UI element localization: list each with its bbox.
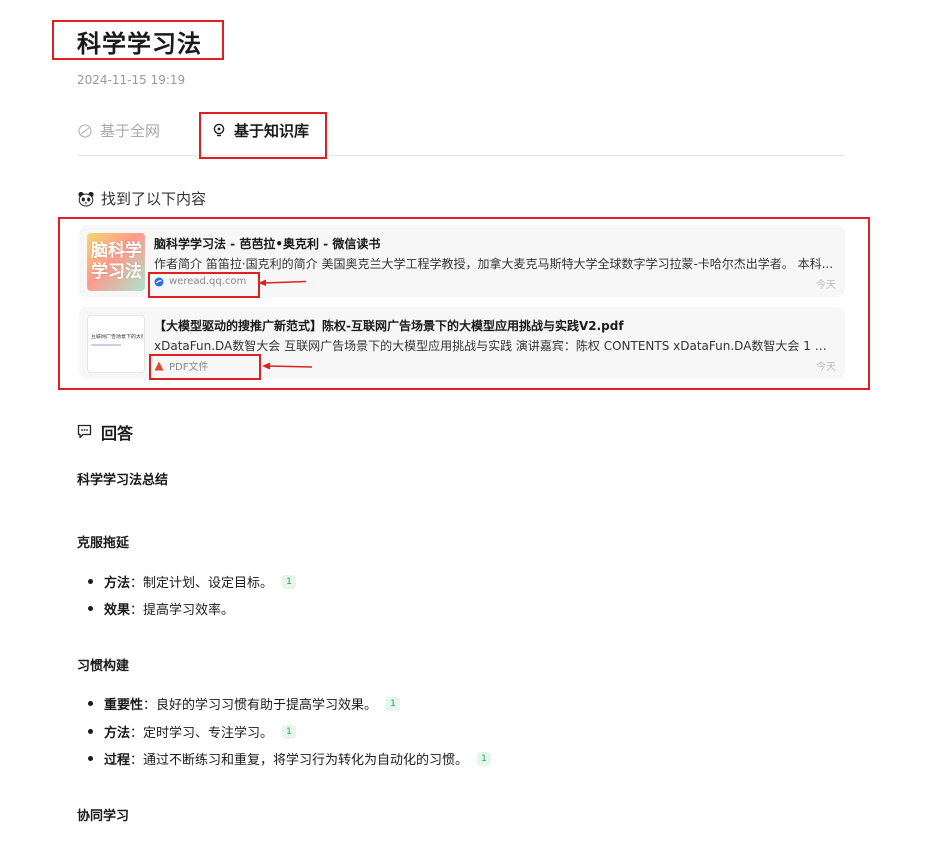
list-item: 方法 ：定时学习、专注学习。 1 <box>88 722 297 741</box>
source-tabs: 基于全网 基于知识库 <box>77 112 845 156</box>
item-text: ：制定计划、设定目标。 <box>130 576 274 591</box>
citation-badge[interactable]: 1 <box>386 696 401 711</box>
thumbnail-text: 互联网广告场景下的大模 <box>91 334 143 340</box>
thumbnail-line <box>91 344 121 346</box>
result-snippet: 作者简介 笛笛拉·国克利的简介 美国奥克兰大学工程学教授，加拿大麦克马斯特大学全… <box>154 257 834 271</box>
section-heading: 克服拖延 <box>77 536 130 551</box>
source-annotation-box <box>148 272 260 298</box>
bullet <box>88 606 93 611</box>
annotation-arrow <box>258 279 306 286</box>
answer-summary-title: 科学学习法总结 <box>77 473 169 488</box>
citation-badge[interactable]: 1 <box>477 751 492 766</box>
item-text: ：通过不断练习和重复，将学习行为转化为自动化的习惯。 <box>130 753 469 768</box>
result-title[interactable]: 脑科学学习法 - 芭芭拉•奥克利 - 微信读书 <box>154 235 834 252</box>
panda-icon <box>77 190 95 208</box>
list-item: 效果 ：提高学习效率。 <box>88 599 234 618</box>
item-text: ：提高学习效率。 <box>130 603 235 618</box>
item-text: ：定时学习、专注学习。 <box>130 726 274 741</box>
page-date: 2024-11-15 19:19 <box>77 73 186 87</box>
result-thumbnail: 脑科学学习法 <box>87 233 145 291</box>
bullet <box>88 729 93 734</box>
result-snippet: xDataFun.DA数智大会 互联网广告场景下的大模型应用挑战与实践 演讲嘉宾… <box>154 339 836 353</box>
list-item: 方法 ：制定计划、设定目标。 1 <box>88 572 297 591</box>
answer-label: 回答 <box>101 424 134 443</box>
item-term: 方法 <box>104 726 131 741</box>
result-time: 今天 <box>816 362 836 373</box>
chat-icon <box>77 424 93 440</box>
section-heading: 协同学习 <box>77 809 130 824</box>
item-term: 效果 <box>104 603 131 618</box>
section-heading: 习惯构建 <box>77 659 130 674</box>
annotation-arrow <box>262 362 312 370</box>
result-title[interactable]: 【大模型驱动的搜推广新范式】陈权-互联网广告场景下的大模型应用挑战与实践V2.p… <box>154 317 834 334</box>
found-label: 找到了以下内容 <box>101 190 207 208</box>
tab-web[interactable]: 基于全网 <box>77 120 160 141</box>
citation-badge[interactable]: 1 <box>282 724 297 739</box>
answer-header: 回答 <box>77 420 133 444</box>
found-header: 找到了以下内容 <box>77 188 206 209</box>
item-text: ：良好的学习习惯有助于提高学习效果。 <box>143 698 378 713</box>
result-time: 今天 <box>816 280 836 291</box>
bullet <box>88 579 93 584</box>
thumbnail-text: 脑科学学习法 <box>91 241 142 282</box>
bullet <box>88 701 93 706</box>
result-thumbnail: 互联网广告场景下的大模 <box>87 315 145 373</box>
bullet <box>88 756 93 761</box>
item-term: 重要性 <box>104 698 144 713</box>
list-item: 重要性 ：良好的学习习惯有助于提高学习效果。 1 <box>88 694 401 713</box>
item-term: 方法 <box>104 576 131 591</box>
page-title: 科学学习法 <box>77 30 202 58</box>
web-icon <box>77 123 93 139</box>
tab-web-label: 基于全网 <box>100 122 161 140</box>
item-term: 过程 <box>104 753 131 768</box>
citation-badge[interactable]: 1 <box>282 574 297 589</box>
source-annotation-box <box>149 354 261 380</box>
tab-annotation-box <box>199 112 327 159</box>
list-item: 过程 ：通过不断练习和重复，将学习行为转化为自动化的习惯。 1 <box>88 749 492 768</box>
